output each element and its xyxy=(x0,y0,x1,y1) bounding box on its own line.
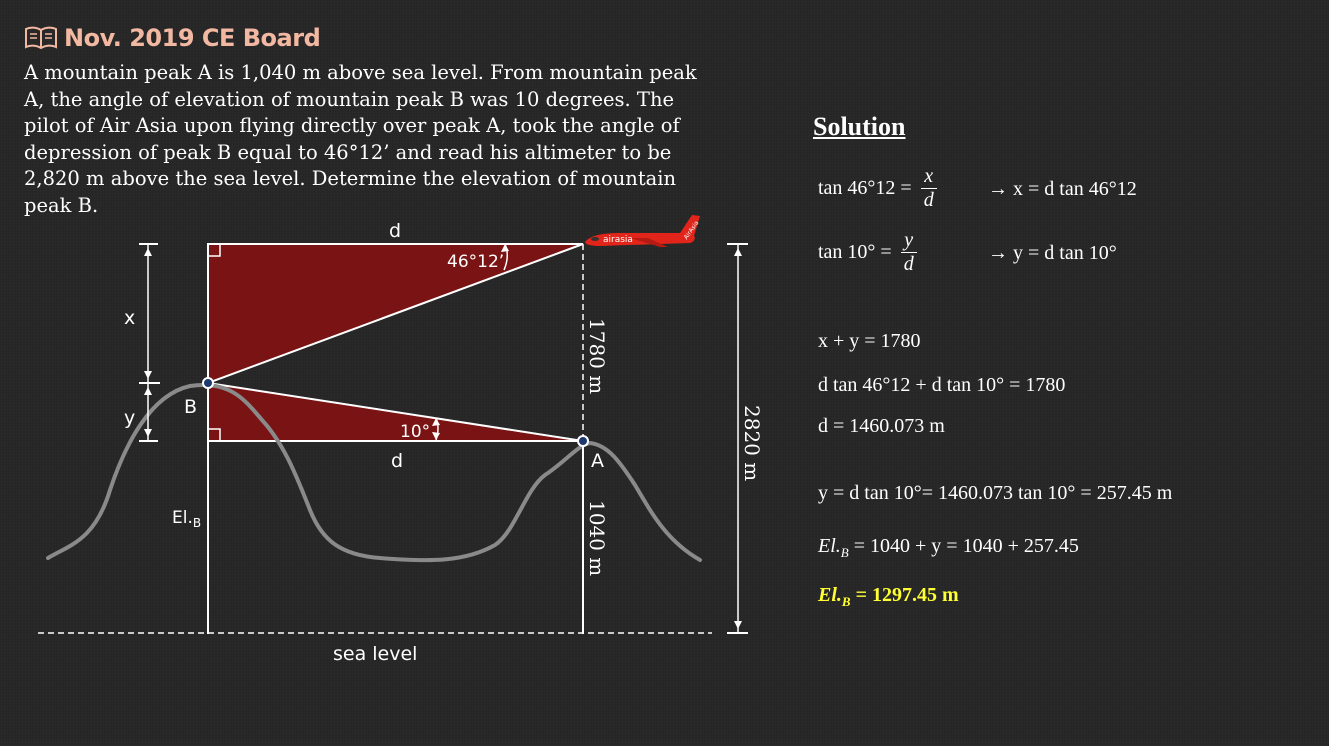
equation-2: tan 10° = yd xyxy=(818,229,921,276)
equation-final-answer: El.B = 1297.45 m xyxy=(818,584,959,609)
solution-title: Solution xyxy=(813,112,906,141)
arrowhead xyxy=(734,248,742,256)
equation-1: tan 46°12 = xd xyxy=(818,165,941,212)
label-2820: 2820 m xyxy=(740,405,764,481)
label-elevation-B: El.B xyxy=(172,508,201,530)
label-1780: 1780 m xyxy=(585,318,609,394)
peak-B-point xyxy=(202,377,214,389)
label-x: x xyxy=(124,307,135,329)
label-1040: 1040 m xyxy=(585,500,609,576)
label-sea-level: sea level xyxy=(333,643,417,665)
equation-6: y = d tan 10°= 1460.073 tan 10° = 257.45… xyxy=(818,482,1173,504)
equation-7: El.B = 1040 + y = 1040 + 257.45 xyxy=(818,535,1079,560)
equation-3: x + y = 1780 xyxy=(818,330,921,352)
label-d-bottom: d xyxy=(391,450,403,472)
equation-5: d = 1460.073 m xyxy=(818,415,945,437)
label-B: B xyxy=(184,396,197,418)
equation-4: d tan 46°12 + d tan 10° = 1780 xyxy=(818,374,1066,396)
arrowhead xyxy=(734,621,742,629)
arrowhead xyxy=(144,429,152,437)
equation-2-result: → y = d tan 10° xyxy=(988,242,1117,264)
arrowhead xyxy=(144,387,152,395)
label-A: A xyxy=(591,450,604,472)
arrowhead xyxy=(144,248,152,256)
arrowhead xyxy=(144,371,152,379)
airplane-icon: airasia AirAsia xyxy=(585,215,701,247)
equation-1-result: → x = d tan 46°12 xyxy=(988,178,1137,200)
diagram: airasia AirAsia d d 46°12’ 10° x y B A E… xyxy=(38,215,764,665)
label-y: y xyxy=(124,407,135,429)
label-angle-depression: 46°12’ xyxy=(447,252,504,272)
airasia-label: airasia xyxy=(603,235,633,245)
peak-A-point xyxy=(577,435,589,447)
label-d-top: d xyxy=(389,220,401,242)
label-angle-elevation: 10° xyxy=(400,422,430,442)
